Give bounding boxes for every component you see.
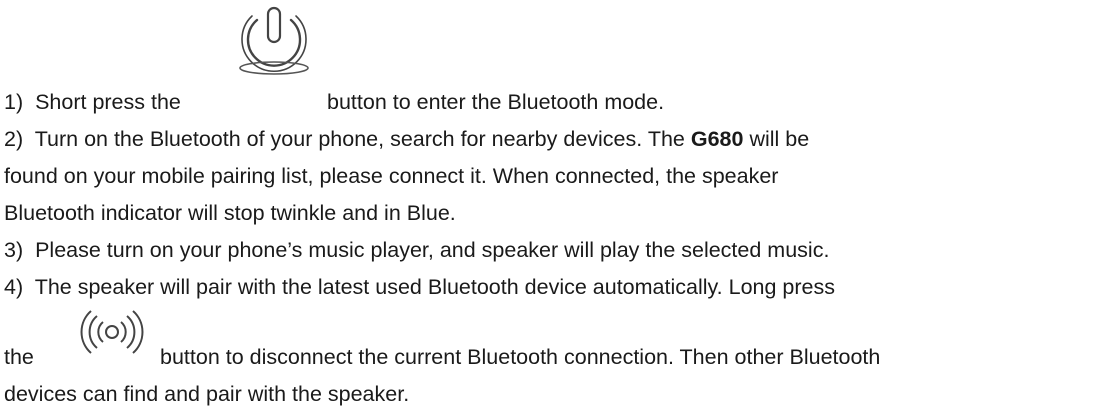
power-button-icon <box>239 6 309 75</box>
step-2-number: 2) <box>4 127 24 151</box>
step-4-line-1-text: The speaker will pair with the latest us… <box>34 275 835 299</box>
step-2-line-3-text: Bluetooth indicator will stop twinkle an… <box>4 201 456 225</box>
model-name: G680 <box>690 127 744 151</box>
step-4-number: 4) <box>4 275 24 299</box>
bluetooth-pairing-button-icon <box>80 310 144 354</box>
step-3: 3) Please turn on your phone’s music pla… <box>4 237 829 263</box>
step-2-line-1: 2) Turn on the Bluetooth of your phone, … <box>4 126 809 152</box>
step-4-line-1: 4) The speaker will pair with the latest… <box>4 274 835 300</box>
step-4-line-2-before-text: the <box>4 345 34 369</box>
step-1-text-after: button to enter the Bluetooth mode. <box>327 90 665 114</box>
step-1-rest: button to enter the Bluetooth mode. <box>327 89 664 115</box>
step-3-number: 3) <box>4 238 24 262</box>
step-4-line-2-after: button to disconnect the current Bluetoo… <box>160 344 880 370</box>
step-1-text-before: Short press the <box>35 90 181 114</box>
step-4-line-2-after-text: button to disconnect the current Bluetoo… <box>160 345 881 369</box>
step-1: 1) Short press the <box>4 89 181 115</box>
step-2-line-3: Bluetooth indicator will stop twinkle an… <box>4 200 456 226</box>
step-4-line-2-before: the <box>4 344 34 370</box>
step-2-line-2-text: found on your mobile pairing list, pleas… <box>4 164 779 188</box>
step-2-line-2: found on your mobile pairing list, pleas… <box>4 163 778 189</box>
step-4-line-3: devices can find and pair with the speak… <box>4 381 409 407</box>
step-2-text-after: will be <box>749 127 810 151</box>
step-3-text: Please turn on your phone’s music player… <box>35 238 830 262</box>
step-2-text-before: Turn on the Bluetooth of your phone, sea… <box>34 127 685 151</box>
step-1-number: 1) <box>4 90 24 114</box>
step-4-line-3-text: devices can find and pair with the speak… <box>4 382 410 406</box>
